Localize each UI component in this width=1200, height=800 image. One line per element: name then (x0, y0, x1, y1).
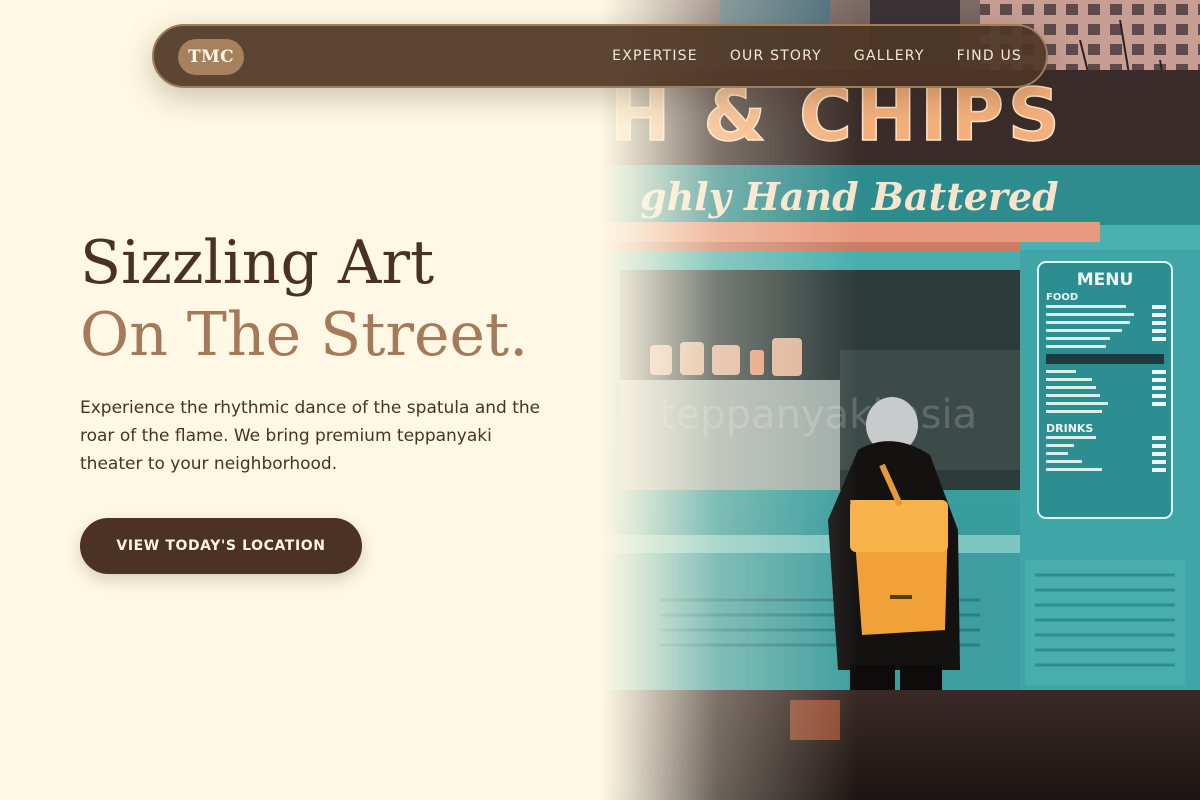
food-truck-photo: H & CHIPS ghly Hand Battered MENU FOOD D… (600, 0, 1200, 800)
watermark-text: teppanyaki.asia (660, 392, 977, 438)
nav-link-gallery[interactable]: GALLERY (854, 48, 925, 64)
hero-title-line1: Sizzling Art (80, 228, 435, 298)
sign-script-text: ghly Hand Battered (640, 174, 1059, 219)
view-location-button[interactable]: VIEW TODAY'S LOCATION (80, 518, 362, 574)
nav-links: EXPERTISE OUR STORY GALLERY FIND US (580, 26, 1022, 86)
top-nav: TMC EXPERTISE OUR STORY GALLERY FIND US (152, 24, 1048, 88)
menu-title: MENU (1077, 270, 1134, 290)
logo-badge[interactable]: TMC (178, 39, 244, 75)
hero-image: H & CHIPS ghly Hand Battered MENU FOOD D… (600, 0, 1200, 800)
hero-intro-text: Experience the rhythmic dance of the spa… (80, 398, 541, 474)
nav-link-our-story[interactable]: OUR STORY (730, 48, 822, 64)
hero-title-line2: On The Street. (80, 300, 529, 370)
nav-link-expertise[interactable]: EXPERTISE (612, 48, 698, 64)
menu-food-heading: FOOD (1046, 292, 1078, 303)
nav-link-find-us[interactable]: FIND US (957, 48, 1022, 64)
menu-drinks-heading: DRINKS (1046, 422, 1093, 435)
